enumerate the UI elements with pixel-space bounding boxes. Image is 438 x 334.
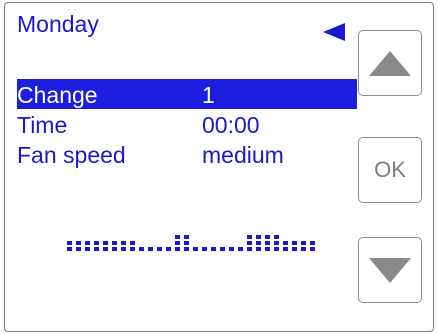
day-title: Monday [17,11,99,37]
schedule-dot [193,247,198,251]
schedule-dot [256,247,261,251]
schedule-bar-graph [67,235,315,251]
schedule-dot [184,241,189,245]
schedule-dot [76,247,81,251]
menu-row-time[interactable]: Time 00:00 [17,109,357,139]
schedule-dot [220,247,225,251]
change-value: 1 [202,82,215,108]
schedule-dot [166,247,171,251]
schedule-dot [76,241,81,245]
schedule-dot [175,247,180,251]
up-button[interactable] [358,30,422,96]
schedule-dot [157,247,162,251]
schedule-dot [130,241,135,245]
schedule-dot [148,247,153,251]
schedule-dot [292,241,297,245]
schedule-dot [265,241,270,245]
schedule-dot [94,247,99,251]
schedule-dot [256,235,261,239]
triangle-up-icon [369,50,411,76]
time-value: 00:00 [202,112,260,138]
schedule-dot [310,241,315,245]
menu-row-fan-speed[interactable]: Fan speed medium [17,139,357,169]
fan-speed-label: Fan speed [17,142,126,168]
schedule-dot [139,247,144,251]
schedule-dot [238,247,243,251]
schedule-dot [265,235,270,239]
schedule-dot [112,241,117,245]
schedule-dot [85,247,90,251]
schedule-dot [274,241,279,245]
schedule-dot [112,247,117,251]
schedule-dot [121,241,126,245]
schedule-dot [229,247,234,251]
schedule-dot [283,241,288,245]
ok-button[interactable]: OK [358,137,422,203]
triangle-down-icon [369,257,411,283]
schedule-dot [103,241,108,245]
schedule-dot [175,241,180,245]
schedule-dot [274,235,279,239]
schedule-dot [292,247,297,251]
schedule-dot [310,247,315,251]
schedule-dot [121,247,126,251]
schedule-dot [130,247,135,251]
schedule-dot [283,247,288,251]
schedule-dot [211,247,216,251]
fan-speed-value: medium [202,142,284,168]
schedule-dot [184,235,189,239]
ok-button-label: OK [374,157,406,182]
schedule-dot [256,241,261,245]
schedule-dot [274,247,279,251]
back-arrow-icon[interactable] [323,23,345,41]
schedule-dot [67,247,72,251]
schedule-dot [247,241,252,245]
schedule-dot [301,241,306,245]
schedule-dot [85,241,90,245]
schedule-dot [265,247,270,251]
schedule-dot [247,247,252,251]
schedule-dot [67,241,72,245]
down-button[interactable] [358,237,422,303]
schedule-dot [94,241,99,245]
schedule-dot [184,247,189,251]
menu-row-change[interactable]: Change 1 [17,79,357,109]
schedule-dot [175,235,180,239]
schedule-dot [301,247,306,251]
schedule-dot [103,247,108,251]
time-label: Time [17,112,68,138]
change-label: Change [17,82,98,108]
schedule-dot [247,235,252,239]
schedule-dot [202,247,207,251]
